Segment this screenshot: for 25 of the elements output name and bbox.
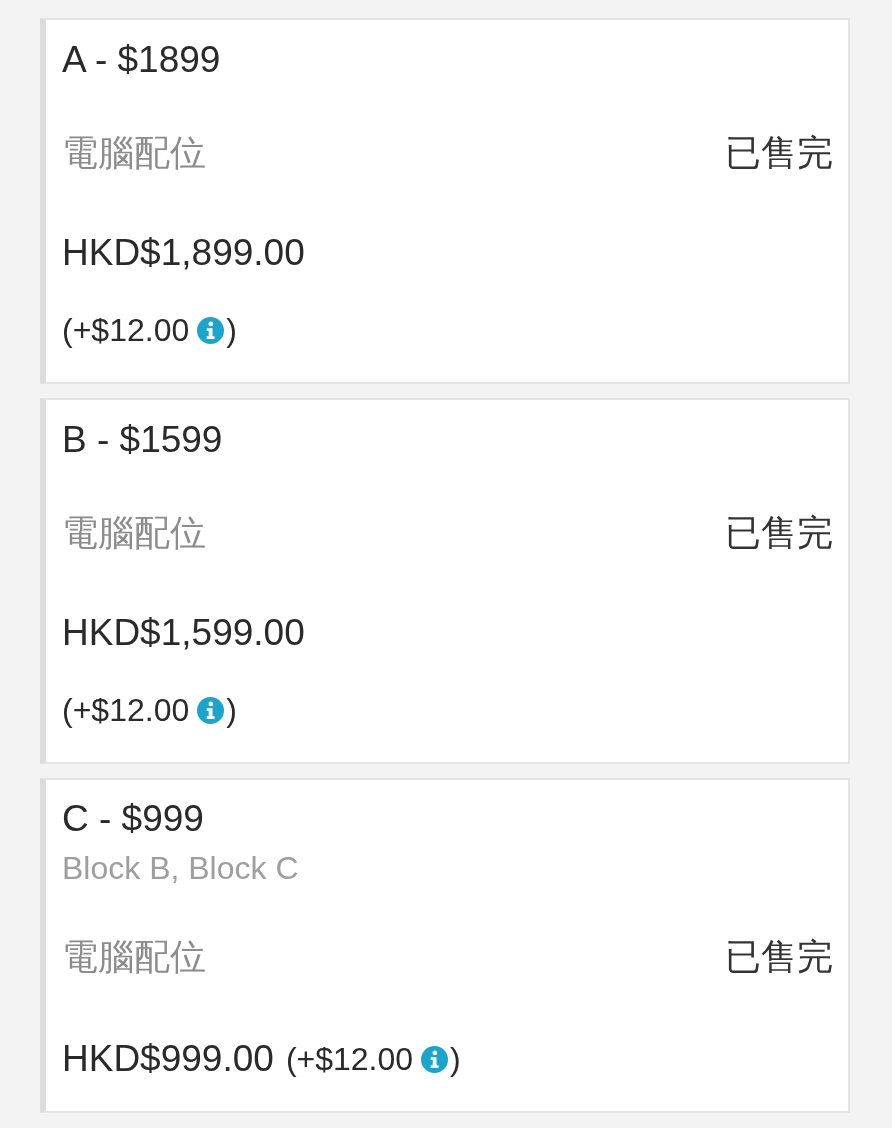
service-fee-text: (+$12.00 <box>62 691 190 730</box>
price-text: HKD$1,599.00 <box>62 611 305 655</box>
option-title: B - $1599 <box>62 418 223 462</box>
service-fee-text: (+$12.00 <box>62 311 190 350</box>
option-title: A - $1899 <box>62 38 221 82</box>
ticket-option-card[interactable]: A - $1899 電腦配位 已售完 HKD$1,899.00 (+$12.00 ) <box>40 18 850 384</box>
seat-category: 電腦配位 <box>62 511 206 555</box>
closing-parenthesis: ) <box>226 311 237 350</box>
closing-parenthesis: ) <box>450 1040 461 1079</box>
seat-category: 電腦配位 <box>62 935 206 979</box>
block-list-text: Block B, Block C <box>62 850 299 886</box>
price-text: HKD$1,899.00 <box>62 231 305 275</box>
sold-out-status: 已售完 <box>725 131 833 175</box>
option-title: C - $999 <box>62 797 204 841</box>
seat-category: 電腦配位 <box>62 131 206 175</box>
info-icon[interactable] <box>197 696 225 724</box>
sold-out-status: 已售完 <box>725 511 833 555</box>
closing-parenthesis: ) <box>226 691 237 730</box>
service-fee-text: (+$12.00 <box>285 1040 414 1079</box>
sold-out-status: 已售完 <box>725 935 833 979</box>
price-text: HKD$999.00 <box>62 1037 274 1081</box>
info-icon[interactable] <box>421 1045 449 1073</box>
ticket-option-card[interactable]: C - $999 Block B, Block C 電腦配位 已售完 HKD$999.00 (+$12.00 ) <box>40 778 850 1113</box>
ticket-option-card[interactable]: B - $1599 電腦配位 已售完 HKD$1,599.00 (+$12.00 ) <box>40 398 850 764</box>
info-icon[interactable] <box>197 316 225 344</box>
